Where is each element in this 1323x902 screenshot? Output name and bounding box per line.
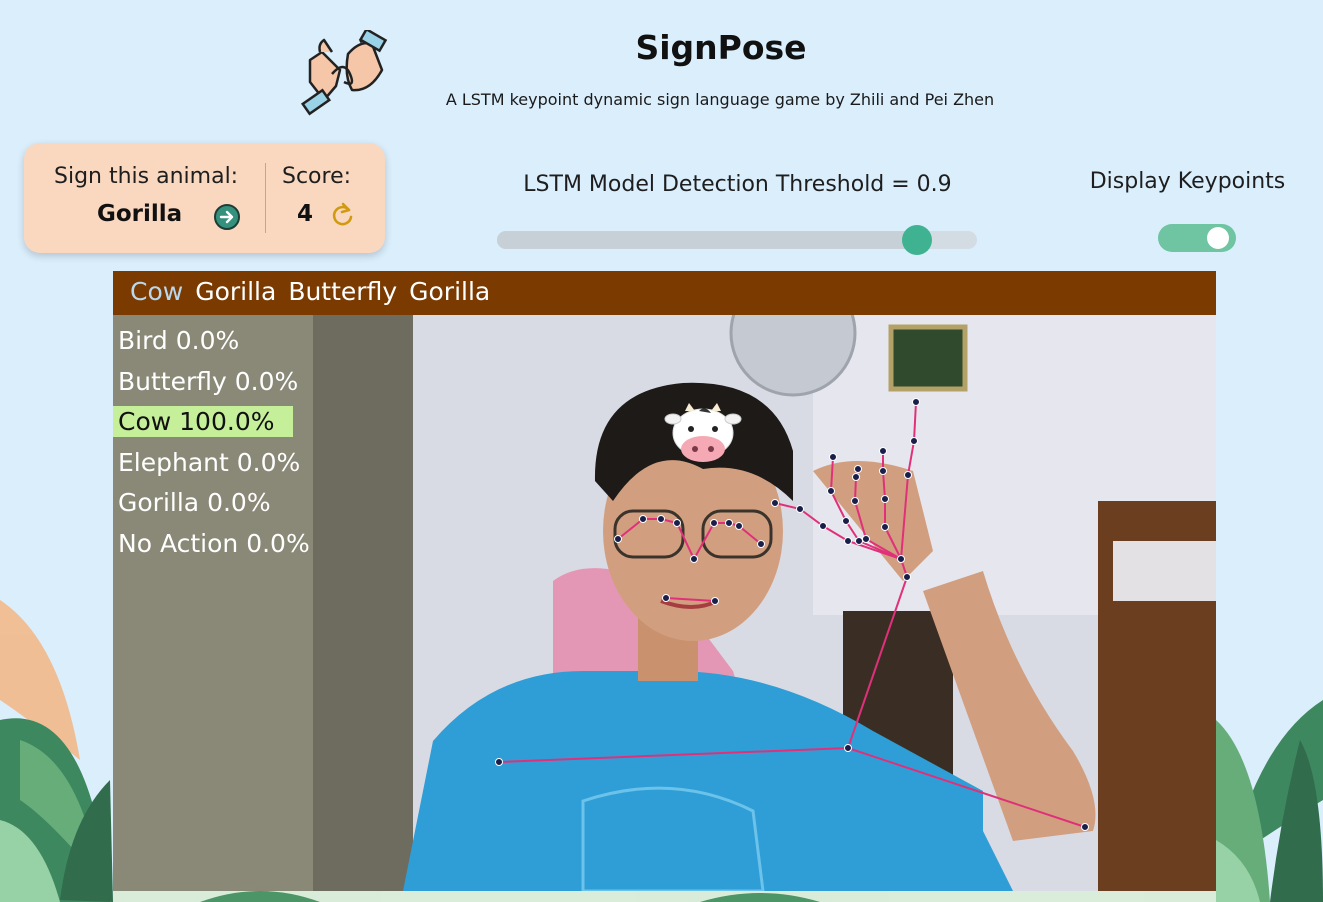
prediction-row: Butterfly 0.0% [113, 362, 310, 403]
prediction-pct: 0.0% [236, 447, 301, 477]
prompt-label: Sign this animal: [54, 164, 239, 189]
sequence-item: Butterfly [288, 277, 398, 306]
app-title: SignPose [635, 28, 807, 67]
prediction-row: Elephant 0.0% [113, 443, 310, 484]
prediction-pct: 0.0% [175, 326, 240, 355]
threshold-label: LSTM Model Detection Threshold = 0.9 [523, 172, 952, 197]
prediction-label: Cow [118, 407, 172, 436]
score-label: Score: [282, 164, 352, 189]
webcam-feed: Cow Gorilla Butterfly Gorilla Bird 0.0% But… [113, 271, 1216, 891]
slider-thumb[interactable] [902, 225, 932, 255]
sequence-item: Gorilla [195, 277, 277, 306]
prediction-label: Bird [118, 326, 168, 355]
prediction-pct: 0.0% [234, 366, 299, 396]
sign-language-hands-icon [300, 30, 388, 116]
prediction-row: Gorilla 0.0% [113, 483, 310, 524]
target-animal: Gorilla [97, 201, 183, 227]
display-keypoints-label: Display Keypoints [1089, 169, 1286, 194]
prediction-list: Bird 0.0% Butterfly 0.0% Cow 100.0% Elep… [113, 321, 310, 564]
prediction-row: No Action 0.0% [113, 524, 310, 565]
sequence-item: Gorilla [409, 277, 491, 306]
prediction-label: Gorilla [118, 488, 200, 517]
sign-sequence-bar: Cow Gorilla Butterfly Gorilla [113, 271, 1216, 315]
score-value: 4 [297, 201, 314, 227]
next-animal-button[interactable] [214, 204, 240, 230]
prediction-row: Bird 0.0% [113, 321, 310, 362]
prediction-pct: 0.0% [246, 528, 310, 558]
prediction-row: Cow 100.0% [113, 402, 310, 443]
arrow-right-circle-icon [219, 210, 234, 224]
prediction-label: Elephant [118, 447, 229, 477]
refresh-icon[interactable] [329, 201, 355, 229]
toggle-knob [1207, 227, 1229, 249]
card-divider [265, 163, 266, 233]
threshold-slider[interactable] [497, 225, 977, 255]
prediction-label: Butterfly [118, 366, 227, 396]
prediction-pct: 0.0% [207, 488, 271, 517]
app-subtitle: A LSTM keypoint dynamic sign language ga… [445, 90, 995, 109]
prediction-pct: 100.0% [179, 407, 275, 436]
slider-fill [497, 231, 929, 249]
sequence-item: Cow [130, 277, 184, 306]
game-card: Sign this animal: Gorilla Score: 4 [24, 143, 385, 253]
display-keypoints-toggle[interactable] [1158, 224, 1236, 252]
prediction-label: No Action [118, 528, 239, 558]
